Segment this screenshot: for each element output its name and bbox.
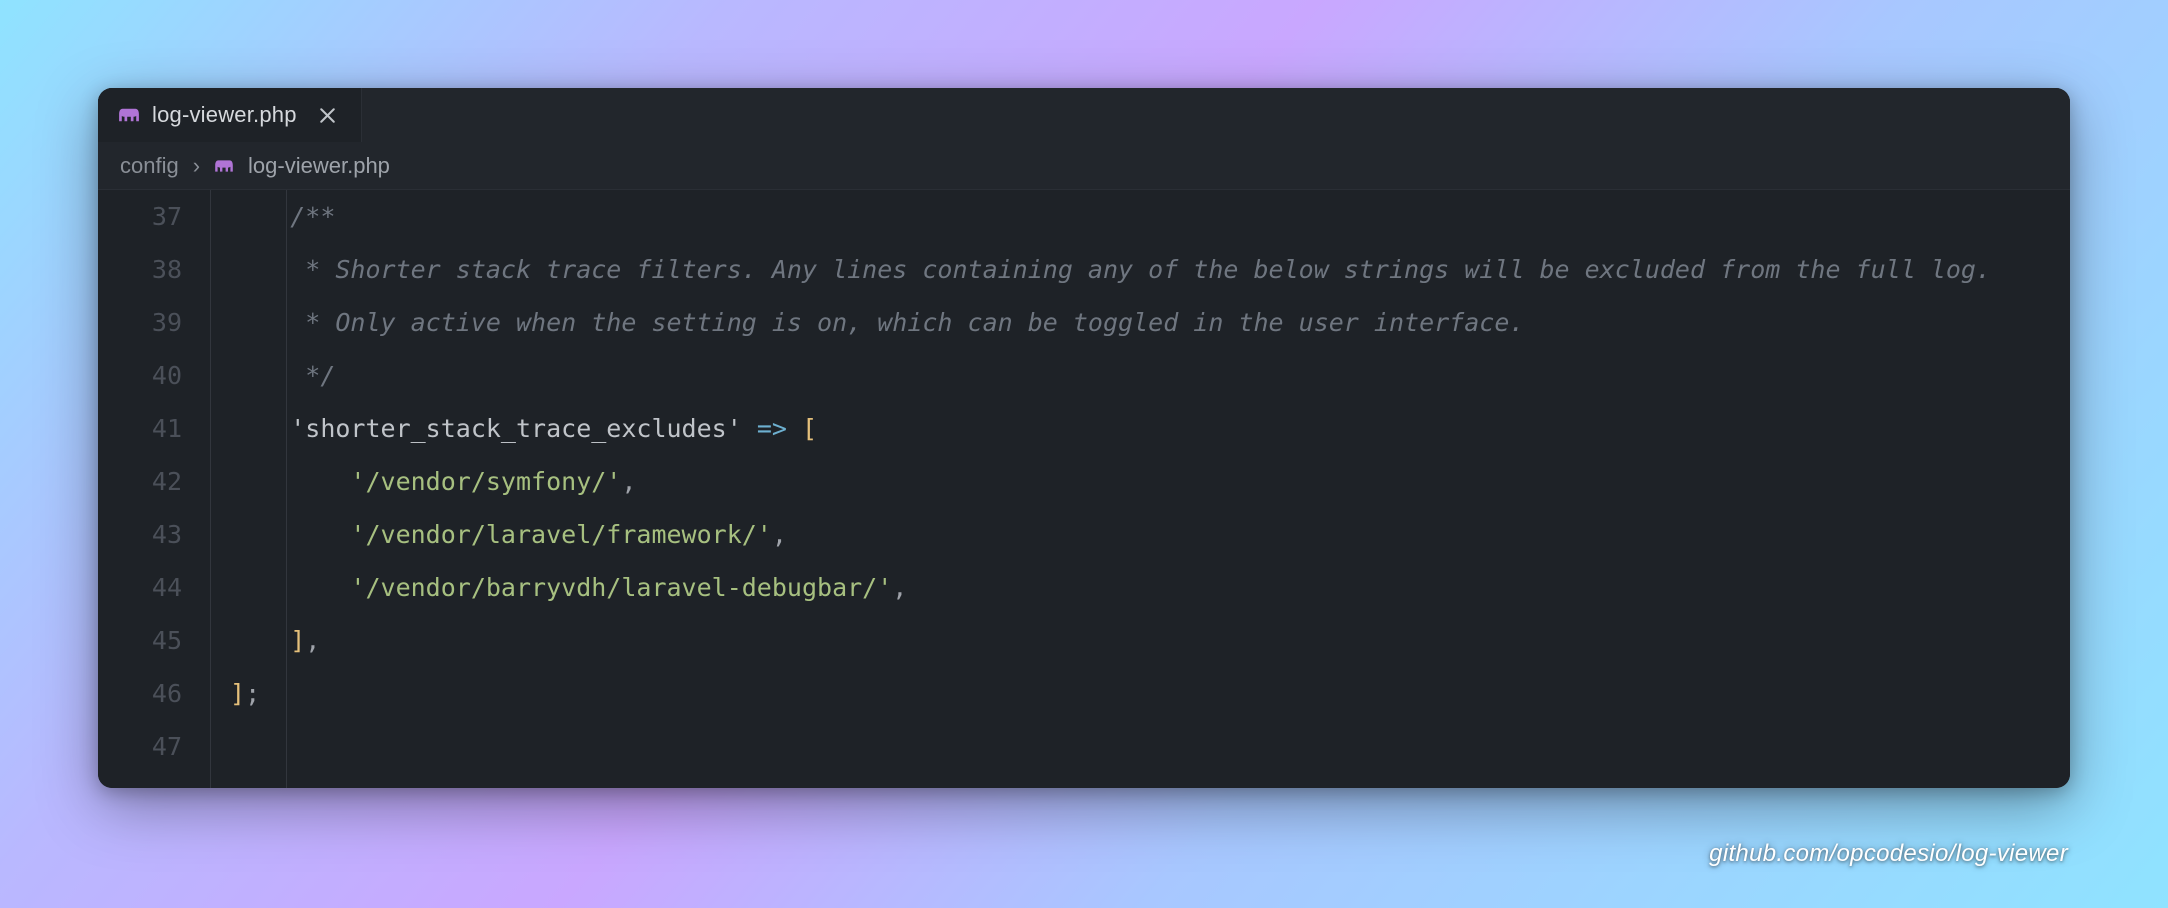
code-line[interactable]: * Only active when the setting is on, wh… [230,296,2070,349]
code-line[interactable]: ]; [230,667,2070,720]
code-line[interactable]: * Shorter stack trace filters. Any lines… [230,243,2070,296]
chevron-right-icon: › [193,153,200,179]
code-editor[interactable]: 3738394041424344454647 /** * Shorter sta… [98,190,2070,788]
code-line[interactable]: '/vendor/symfony/', [230,455,2070,508]
close-icon[interactable] [315,102,341,128]
code-line[interactable]: '/vendor/barryvdh/laravel-debugbar/', [230,561,2070,614]
code-line[interactable]: ], [230,614,2070,667]
line-number: 47 [98,720,182,773]
line-number: 38 [98,243,182,296]
elephant-icon [214,158,234,174]
code-line[interactable]: '/vendor/laravel/framework/', [230,508,2070,561]
code-line[interactable]: */ [230,349,2070,402]
line-number: 44 [98,561,182,614]
tab-bar: log-viewer.php [98,88,2070,142]
line-number: 46 [98,667,182,720]
line-number: 37 [98,190,182,243]
line-number: 43 [98,508,182,561]
breadcrumb: config › log-viewer.php [98,142,2070,190]
breadcrumb-folder[interactable]: config [120,153,179,179]
line-number: 41 [98,402,182,455]
tab-log-viewer[interactable]: log-viewer.php [98,88,362,142]
code-line[interactable]: /** [230,190,2070,243]
line-number: 39 [98,296,182,349]
code-content[interactable]: /** * Shorter stack trace filters. Any l… [210,190,2070,788]
code-line[interactable]: 'shorter_stack_trace_excludes' => [ [230,402,2070,455]
editor-window: log-viewer.php config › log-viewer.php 3… [98,88,2070,788]
tab-filename: log-viewer.php [152,102,297,128]
line-number: 40 [98,349,182,402]
elephant-icon [118,106,140,124]
code-line[interactable] [230,720,2070,773]
line-number: 42 [98,455,182,508]
breadcrumb-file[interactable]: log-viewer.php [248,153,390,179]
attribution-text: github.com/opcodesio/log-viewer [1709,840,2068,868]
line-number-gutter: 3738394041424344454647 [98,190,210,788]
line-number: 45 [98,614,182,667]
